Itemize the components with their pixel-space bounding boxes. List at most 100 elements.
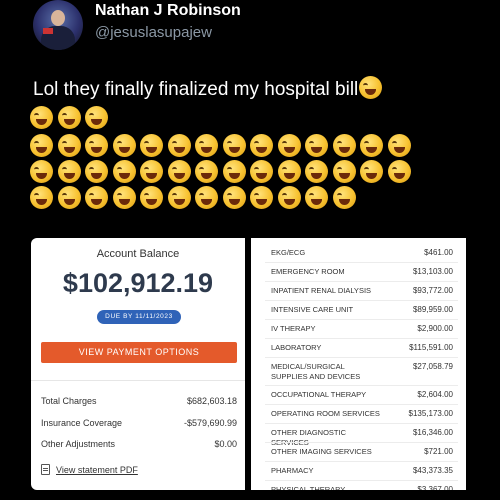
row-divider [265,319,458,320]
service-name: OCCUPATIONAL THERAPY [271,390,367,399]
face-with-tears-of-joy-icon [30,186,53,209]
service-row: OCCUPATIONAL THERAPY $2,604.00 [251,388,466,407]
face-with-tears-of-joy-icon [57,186,81,209]
row-divider [265,442,458,443]
face-with-tears-of-joy-icon [85,106,108,129]
row-divider [265,385,458,386]
face-with-tears-of-joy-icon [250,186,273,209]
service-name: INPATIENT RENAL DIALYSIS [271,286,372,295]
service-amount: $461.00 [424,248,453,257]
face-with-tears-of-joy-icon [57,160,81,183]
service-amount: $135,173.00 [408,409,454,418]
face-with-tears-of-joy-icon [140,186,163,209]
balance-amount: $102,912.19 [62,268,214,298]
service-amount: $43,373.35 [412,466,453,475]
service-row: OTHER IMAGING SERVICES $721.00 [251,445,466,464]
service-row: OTHER DIAGNOSTIC SERVICES$16,346.00 [251,426,466,447]
service-name: PHARMACY [271,466,314,475]
face-with-tears-of-joy-icon [112,134,136,157]
account-balance-label: Account Balance [96,248,180,260]
author-handle[interactable]: @jesuslasupajew [95,24,212,41]
service-row: LABORATORY $115,591.00 [251,341,466,360]
total-charges-label: Total Charges [41,396,97,406]
face-with-tears-of-joy-icon [195,134,218,157]
service-row: OPERATING ROOM SERVICES $135,173.00 [251,407,466,426]
service-amount: $721.00 [424,447,453,456]
face-with-tears-of-joy-icon [305,186,328,209]
face-with-tears-of-joy-icon [85,134,108,157]
row-divider [265,404,458,405]
service-row: EMERGENCY ROOM $13,103.00 [251,265,466,284]
author-name[interactable]: Nathan J Robinson [95,2,241,20]
service-row: PHYSICAL THERAPY $3,367.00 [251,483,466,490]
emoji-row [30,186,360,210]
service-amount: $115,591.00 [409,343,453,352]
service-name: OTHER IMAGING SERVICES [271,447,372,456]
divider [31,380,245,381]
face-with-tears-of-joy-icon [250,160,273,183]
face-with-tears-of-joy-icon [57,134,81,157]
tweet-text: Lol they finally finalized my hospital b… [33,76,473,103]
row-divider [265,300,458,301]
service-amount: $2,604.00 [417,390,453,399]
service-row: IV THERAPY $2,900.00 [251,322,466,341]
face-with-tears-of-joy-icon [222,160,246,183]
service-name: EMERGENCY ROOM [271,267,345,276]
emoji-row [30,106,113,130]
face-with-tears-of-joy-icon [387,160,411,183]
service-amount: $89,959.00 [412,305,453,314]
face-with-tears-of-joy-icon [222,186,246,209]
face-with-tears-of-joy-icon [140,134,163,157]
service-amount: $3,367.00 [417,485,453,490]
total-charges-value: $682,603.18 [186,396,237,406]
face-with-tears-of-joy-icon [359,76,383,99]
service-name: EKG/ECG [271,248,306,257]
face-with-tears-of-joy-icon [57,106,81,129]
face-with-tears-of-joy-icon [112,160,136,183]
face-with-tears-of-joy-icon [250,134,273,157]
service-name: OPERATING ROOM SERVICES [271,409,380,418]
account-balance-card: Account Balance $102,912.19 DUE BY 11/11… [31,238,245,490]
face-with-tears-of-joy-icon [277,186,301,209]
service-row: INTENSIVE CARE UNIT $89,959.00 [251,303,466,322]
tweet-text-content: Lol they finally finalized my hospital b… [33,79,359,100]
face-with-tears-of-joy-icon [167,134,191,157]
service-name: MEDICAL/SURGICAL SUPPLIES AND DEVICES [271,362,361,381]
service-name: PHYSICAL THERAPY [271,485,346,490]
service-amount: $13,103.00 [412,267,453,276]
service-amount: $27,058.79 [412,362,453,371]
row-divider [265,338,458,339]
due-date-badge: DUE BY 11/11/2023 [97,310,181,324]
face-with-tears-of-joy-icon [112,186,136,209]
charges-breakdown-card: EKG/ECG $461.00 EMERGENCY ROOM $13,103.00 IN… [251,238,466,490]
insurance-coverage-value: -$579,690.99 [183,418,237,428]
face-with-tears-of-joy-icon [195,160,218,183]
document-icon [41,464,50,475]
service-row: INPATIENT RENAL DIALYSIS $93,772.00 [251,284,466,303]
face-with-tears-of-joy-icon [277,160,301,183]
row-divider [265,357,458,358]
face-with-tears-of-joy-icon [305,134,328,157]
service-row: EKG/ECG $461.00 [251,246,466,265]
insurance-coverage-label: Insurance Coverage [41,418,123,428]
avatar[interactable] [33,0,83,50]
face-with-tears-of-joy-icon [85,160,108,183]
row-divider [265,281,458,282]
face-with-tears-of-joy-icon [30,134,53,157]
service-name: INTENSIVE CARE UNIT [271,305,354,314]
face-with-tears-of-joy-icon [140,160,163,183]
face-with-tears-of-joy-icon [332,160,356,183]
face-with-tears-of-joy-icon [30,106,53,129]
row-divider [265,461,458,462]
service-row: PHARMACY $43,373.35 [251,464,466,483]
face-with-tears-of-joy-icon [332,186,356,209]
view-statement-link[interactable]: View statement PDF [41,464,138,475]
view-payment-options-button[interactable]: VIEW PAYMENT OPTIONS [41,342,237,363]
face-with-tears-of-joy-icon [222,134,246,157]
view-statement-label: View statement PDF [56,464,138,475]
face-with-tears-of-joy-icon [387,134,411,157]
face-with-tears-of-joy-icon [195,186,218,209]
face-with-tears-of-joy-icon [167,186,191,209]
other-adjustments-label: Other Adjustments [41,439,116,449]
service-amount: $2,900.00 [417,324,453,333]
